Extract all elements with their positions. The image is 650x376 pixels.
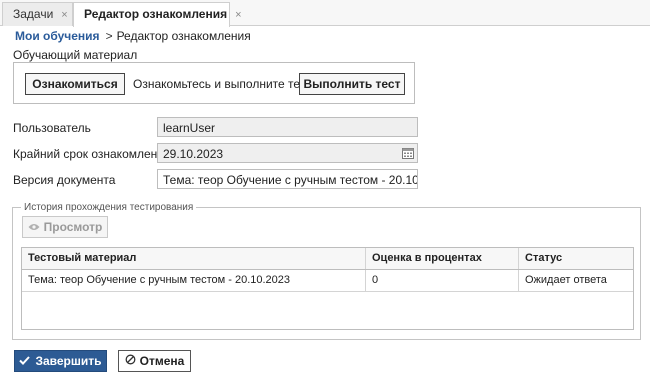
eye-icon: [28, 220, 40, 234]
deadline-field: 29.10.2023: [157, 143, 418, 163]
familiarize-button[interactable]: Ознакомиться: [25, 73, 125, 95]
user-label: Пользователь: [13, 121, 91, 135]
deadline-value: 29.10.2023: [163, 147, 224, 161]
cancel-button-label: Отмена: [139, 354, 185, 368]
run-test-button[interactable]: Выполнить тест: [299, 73, 405, 95]
tab-familiarization-editor-label: Редактор ознакомления: [84, 7, 228, 21]
version-field[interactable]: Тема: теор Обучение с ручным тестом - 20…: [157, 169, 418, 189]
user-field: learnUser: [157, 117, 418, 137]
cell-test-material: Тема: теор Обучение с ручным тестом - 20…: [22, 270, 366, 291]
view-button-label: Просмотр: [43, 220, 103, 234]
material-instruction: Ознакомьтесь и выполните тест: [133, 77, 312, 91]
view-button[interactable]: Просмотр: [22, 216, 108, 238]
finish-button-label: Завершить: [35, 354, 102, 368]
material-section-label: Обучающий материал: [13, 48, 138, 62]
column-header-test-material[interactable]: Тестовый материал: [22, 248, 366, 269]
breadcrumb-link-my-trainings[interactable]: Мои обучения: [15, 29, 100, 43]
cancel-button[interactable]: Отмена: [118, 350, 191, 372]
column-header-score[interactable]: Оценка в процентах: [366, 248, 519, 269]
finish-button[interactable]: Завершить: [14, 350, 107, 372]
column-header-status[interactable]: Статус: [519, 248, 633, 269]
table-header: Тестовый материал Оценка в процентах Ста…: [22, 248, 633, 270]
history-table: Тестовый материал Оценка в процентах Ста…: [21, 247, 634, 330]
tab-tasks[interactable]: Задачи ×: [2, 2, 73, 26]
close-icon[interactable]: ×: [235, 9, 241, 21]
version-label: Версия документа: [13, 173, 116, 187]
material-panel: Ознакомиться Ознакомьтесь и выполните те…: [13, 62, 415, 104]
cell-score: 0: [366, 270, 519, 291]
breadcrumb: Мои обучения > Редактор ознакомления: [15, 29, 251, 43]
deadline-label: Крайний срок ознакомления: [13, 147, 171, 161]
tab-tasks-label: Задачи: [13, 7, 54, 21]
tab-familiarization-editor[interactable]: Редактор ознакомления ×: [73, 2, 242, 27]
table-row[interactable]: Тема: теор Обучение с ручным тестом - 20…: [22, 270, 633, 292]
cancel-circle-icon: [125, 354, 136, 368]
cell-status: Ожидает ответа: [525, 274, 607, 286]
close-icon[interactable]: ×: [61, 9, 67, 21]
tab-bar: Задачи × Редактор ознакомления ×: [0, 0, 650, 27]
breadcrumb-current: Редактор ознакомления: [116, 29, 251, 43]
test-history-legend: История прохождения тестирования: [24, 202, 194, 213]
calendar-icon[interactable]: [399, 144, 417, 162]
breadcrumb-separator: >: [105, 29, 113, 43]
check-icon: [19, 354, 31, 368]
